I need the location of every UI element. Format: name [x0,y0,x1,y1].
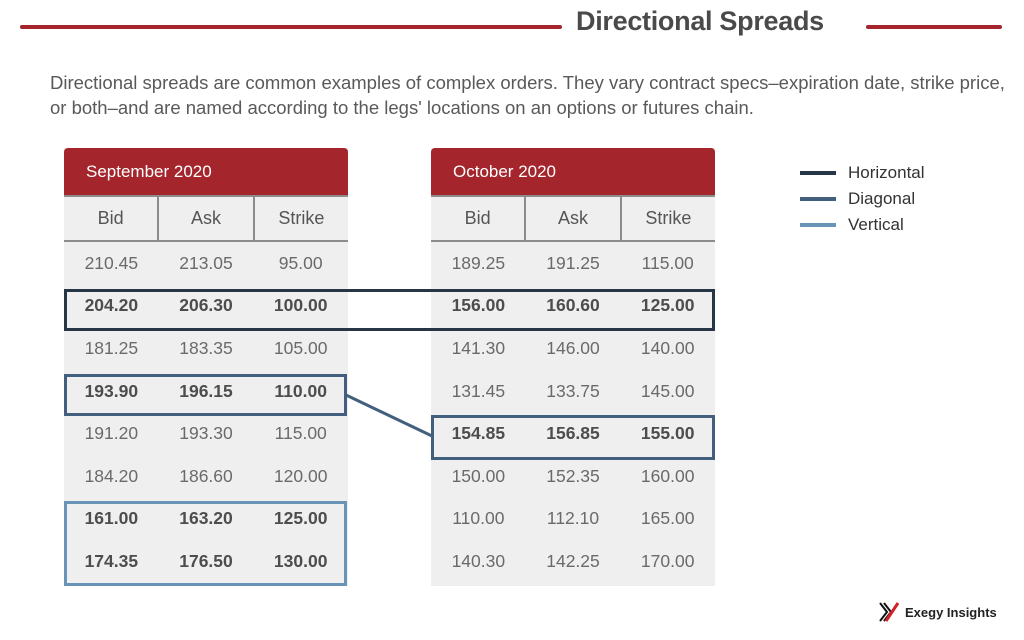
exegy-x-logo-icon [879,602,900,622]
legend: Horizontal Diagonal Vertical [800,160,925,238]
logo-text: Exegy Insights [905,604,997,620]
legend-label: Horizontal [848,163,925,182]
legend-label: Vertical [848,215,904,234]
legend-item-horizontal: Horizontal [800,160,925,186]
diagonal-connector-line [345,393,433,438]
legend-swatch-diagonal [800,197,836,201]
diagonal-connector [345,393,433,438]
legend-item-diagonal: Diagonal [800,186,925,212]
legend-item-vertical: Vertical [800,212,925,238]
legend-swatch-horizontal [800,171,836,175]
legend-label: Diagonal [848,189,916,208]
legend-swatch-vertical [800,223,836,227]
exegy-logo: Exegy Insights [878,602,997,622]
